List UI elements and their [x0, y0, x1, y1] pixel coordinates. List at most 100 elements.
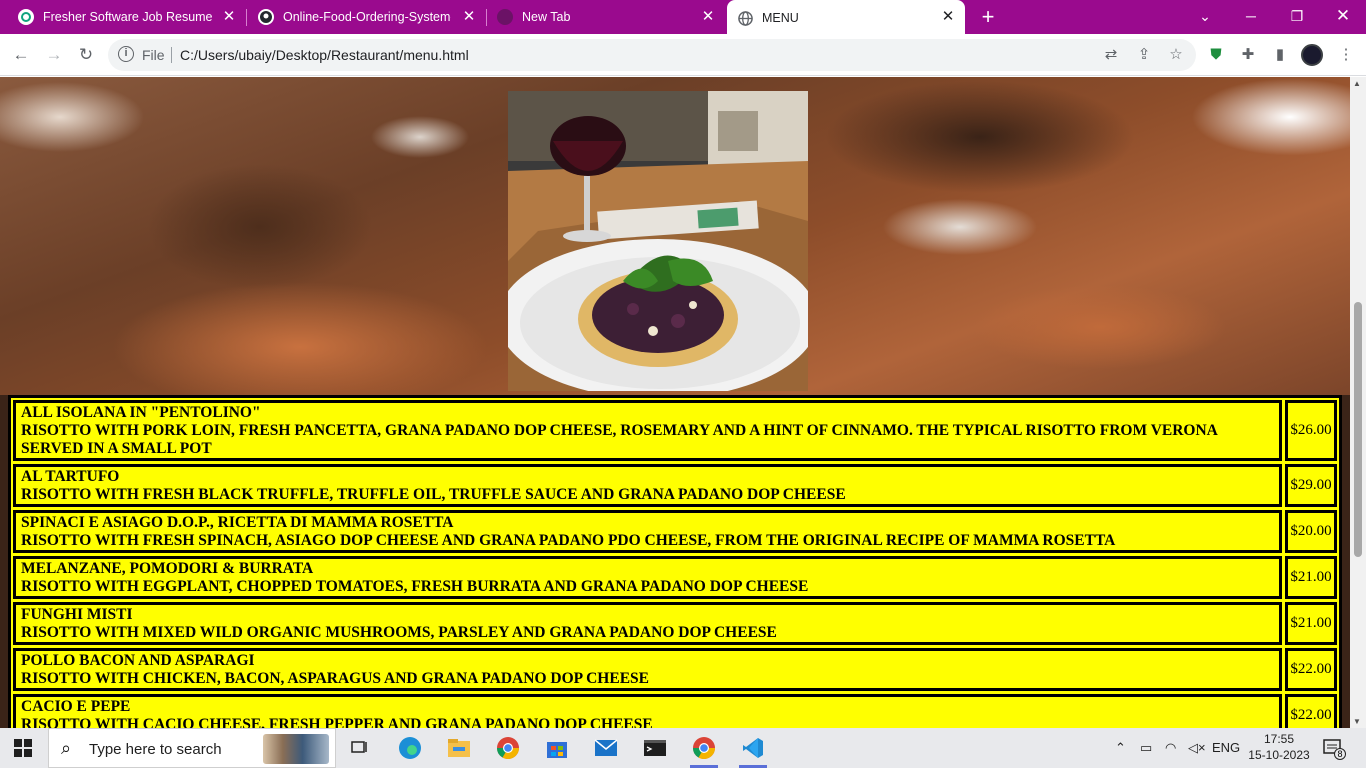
close-tab-icon[interactable]: ✕ [699, 8, 717, 26]
adblock-shield-icon[interactable]: ⛊ [1206, 45, 1226, 65]
extensions-puzzle-icon[interactable]: ✚ [1238, 45, 1258, 65]
system-clock[interactable]: 17:55 15-10-2023 [1248, 731, 1310, 763]
scroll-down-arrow-icon[interactable]: ▼ [1353, 717, 1361, 726]
menu-item-price: $26.00 [1290, 422, 1332, 438]
tab-online-food-ordering[interactable]: Online-Food-Ordering-System-U ✕ [258, 0, 486, 34]
restore-icon[interactable]: ❐ [1274, 0, 1320, 32]
menu-item-price: $20.00 [1290, 523, 1332, 539]
new-tab-button[interactable]: + [976, 5, 1000, 29]
menu-row: MELANZANE, POMODORI & BURRATA RISOTTO WI… [13, 556, 1337, 599]
mail-icon[interactable] [586, 732, 626, 764]
windows-taskbar: ⌕ Type here to search ⌃ ▭ ◠ ◁× ENG 17:55… [0, 728, 1366, 768]
menu-item-cell: FUNGHI MISTI RISOTTO WITH MIXED WILD ORG… [13, 602, 1282, 645]
address-divider [171, 47, 172, 63]
menu-price-cell: $21.00 [1285, 556, 1337, 599]
browser-tab-strip: Fresher Software Job Resume ✕ Online-Foo… [0, 0, 1366, 36]
volume-muted-icon[interactable]: ◁× [1188, 740, 1206, 756]
microsoft-store-icon[interactable] [537, 732, 577, 764]
menu-row: POLLO BACON AND ASPARAGI RISOTTO WITH CH… [13, 648, 1337, 691]
menu-item-name: POLLO BACON AND ASPARAGI [21, 652, 255, 669]
translate-icon[interactable]: ⇄ [1101, 45, 1121, 65]
menu-price-cell: $26.00 [1285, 400, 1337, 461]
chrome-icon[interactable] [684, 732, 724, 768]
wifi-icon[interactable]: ◠ [1165, 740, 1176, 756]
windows-start-icon[interactable] [14, 739, 32, 757]
forward-arrow-icon[interactable]: → [44, 45, 64, 65]
tab-new-tab[interactable]: New Tab ✕ [497, 0, 725, 34]
bookmark-star-icon[interactable]: ☆ [1166, 45, 1186, 65]
scrollbar-thumb[interactable] [1354, 302, 1362, 557]
close-tab-icon[interactable]: ✕ [939, 8, 957, 26]
menu-item-name: CACIO E PEPE [21, 698, 131, 715]
notification-center-icon[interactable]: 8 [1322, 738, 1346, 760]
github-icon [258, 9, 274, 25]
share-icon[interactable]: ⇪ [1134, 45, 1154, 65]
menu-item-description: RISOTTO WITH PORK LOIN, FRESH PANCETTA, … [21, 422, 1218, 457]
menu-item-description: RISOTTO WITH MIXED WILD ORGANIC MUSHROOM… [21, 624, 777, 641]
tab-fresher-resume[interactable]: Fresher Software Job Resume ✕ [18, 0, 246, 34]
menu-item-cell: POLLO BACON AND ASPARAGI RISOTTO WITH CH… [13, 648, 1282, 691]
taskbar-search-box[interactable]: ⌕ Type here to search [48, 728, 336, 768]
url-text[interactable]: C:/Users/ubaiy/Desktop/Restaurant/menu.h… [180, 47, 469, 63]
menu-row: AL TARTUFO RISOTTO WITH FRESH BLACK TRUF… [13, 464, 1337, 507]
profile-avatar[interactable] [1301, 44, 1323, 66]
scheme-label: File [142, 47, 165, 63]
menu-item-cell: SPINACI E ASIAGO D.O.P., RICETTA DI MAMM… [13, 510, 1282, 553]
search-icon: ⌕ [61, 738, 72, 758]
menu-item-price: $21.00 [1290, 569, 1332, 585]
tab-title: MENU [762, 11, 799, 25]
language-indicator[interactable]: ENG [1212, 740, 1240, 755]
tab-separator [486, 9, 487, 26]
menu-row: SPINACI E ASIAGO D.O.P., RICETTA DI MAMM… [13, 510, 1337, 553]
menu-item-description: RISOTTO WITH FRESH SPINACH, ASIAGO DOP C… [21, 532, 1116, 549]
task-view-icon[interactable] [340, 732, 380, 764]
menu-price-cell: $22.00 [1285, 694, 1337, 728]
menu-price-cell: $20.00 [1285, 510, 1337, 553]
menu-price-cell: $29.00 [1285, 464, 1337, 507]
back-arrow-icon[interactable]: ← [11, 45, 31, 65]
menu-price-cell: $21.00 [1285, 602, 1337, 645]
close-tab-icon[interactable]: ✕ [460, 8, 478, 26]
menu-row: CACIO E PEPE RISOTTO WITH CACIO CHEESE, … [13, 694, 1337, 728]
scroll-up-arrow-icon[interactable]: ▲ [1353, 79, 1361, 88]
hero-dish-image [508, 91, 808, 391]
menu-item-name: MELANZANE, POMODORI & BURRATA [21, 560, 314, 577]
minimize-icon[interactable]: ─ [1228, 0, 1274, 32]
side-panel-icon[interactable]: ▮ [1270, 45, 1290, 65]
vscode-icon[interactable] [733, 732, 773, 768]
battery-icon[interactable]: ▭ [1140, 740, 1152, 756]
terminal-icon[interactable] [635, 732, 675, 764]
clock-date: 15-10-2023 [1248, 748, 1310, 762]
tray-chevron-up-icon[interactable]: ⌃ [1115, 740, 1126, 756]
menu-item-name: AL TARTUFO [21, 468, 120, 485]
menu-row: ALL ISOLANA IN "PENTOLINO" RISOTTO WITH … [13, 400, 1337, 461]
menu-item-description: RISOTTO WITH CHICKEN, BACON, ASPARAGUS A… [21, 670, 649, 687]
menu-item-name: FUNGHI MISTI [21, 606, 133, 623]
reload-icon[interactable]: ↻ [76, 45, 96, 65]
menu-item-cell: CACIO E PEPE RISOTTO WITH CACIO CHEESE, … [13, 694, 1282, 728]
menu-price-cell: $22.00 [1285, 648, 1337, 691]
search-highlight-image [263, 734, 329, 764]
tab-title: Fresher Software Job Resume [43, 10, 213, 24]
chatgpt-icon [18, 9, 34, 25]
page-scrollbar[interactable]: ▲ ▼ [1350, 77, 1366, 728]
chrome-icon[interactable] [488, 732, 528, 764]
menu-row: FUNGHI MISTI RISOTTO WITH MIXED WILD ORG… [13, 602, 1337, 645]
tab-search-chevron-icon[interactable]: ⌄ [1182, 0, 1228, 32]
file-explorer-icon[interactable] [439, 732, 479, 764]
tab-menu[interactable]: MENU ✕ [727, 0, 965, 36]
notification-count-badge: 8 [1334, 748, 1346, 760]
search-placeholder: Type here to search [89, 741, 222, 758]
close-tab-icon[interactable]: ✕ [220, 8, 238, 26]
address-bar[interactable]: i File C:/Users/ubaiy/Desktop/Restaurant… [108, 39, 1196, 71]
menu-item-cell: MELANZANE, POMODORI & BURRATA RISOTTO WI… [13, 556, 1282, 599]
more-menu-icon[interactable]: ⋮ [1336, 45, 1356, 65]
close-window-icon[interactable]: ✕ [1320, 0, 1366, 32]
edge-icon[interactable] [390, 732, 430, 764]
menu-item-price: $22.00 [1290, 707, 1332, 723]
tab-title: New Tab [522, 10, 571, 24]
menu-table: ALL ISOLANA IN "PENTOLINO" RISOTTO WITH … [8, 395, 1342, 728]
menu-item-cell: ALL ISOLANA IN "PENTOLINO" RISOTTO WITH … [13, 400, 1282, 461]
info-icon[interactable]: i [118, 46, 134, 62]
menu-item-name: ALL ISOLANA IN "PENTOLINO" [21, 404, 261, 421]
